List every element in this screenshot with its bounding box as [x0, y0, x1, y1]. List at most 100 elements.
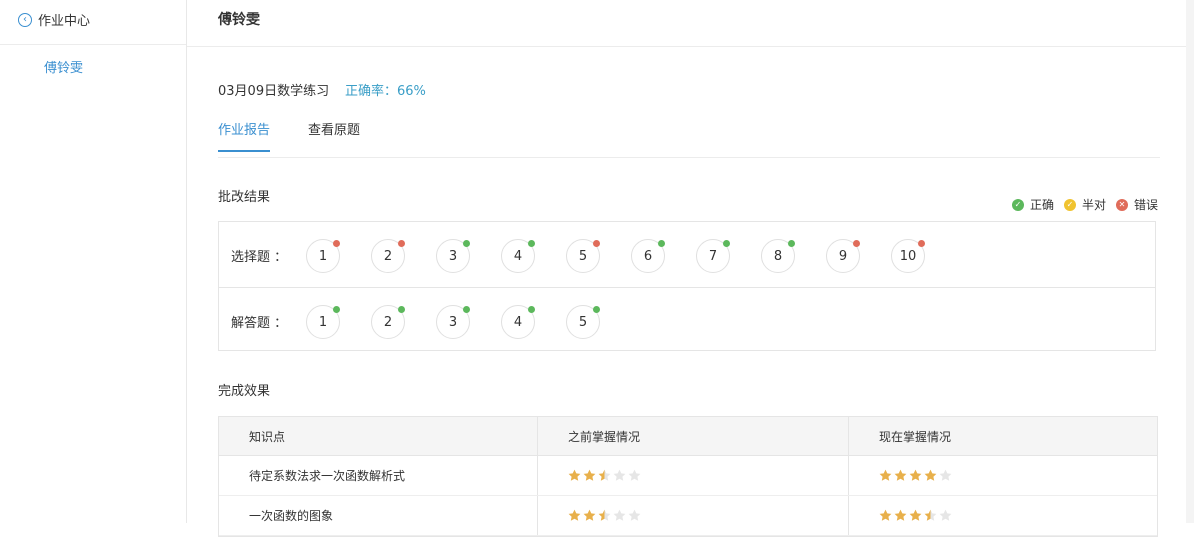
grading-section-title: 批改结果 — [218, 190, 271, 205]
knowledge-table: 知识点 之前掌握情况 现在掌握情况 待定系数法求一次函数解析式 一次函数的图象 — [218, 416, 1158, 537]
completion-section-title: 完成效果 — [218, 384, 271, 399]
star-rating — [879, 509, 952, 522]
star-full-icon — [583, 509, 596, 521]
question-correct[interactable]: 7 — [696, 239, 730, 273]
topic-cell: 一次函数的图象 — [219, 496, 538, 535]
grading-legend: ✓ 正确 ✓ 半对 ✕ 错误 — [1011, 196, 1158, 213]
question-number: 3 — [448, 314, 458, 330]
star-full-icon — [924, 469, 937, 481]
star-empty-icon — [628, 509, 641, 521]
star-half-icon — [598, 469, 611, 481]
star-empty-icon — [613, 509, 626, 521]
status-dot — [593, 306, 600, 313]
question-number: 4 — [513, 248, 523, 264]
table-row: 待定系数法求一次函数解析式 — [219, 456, 1157, 496]
question-number: 6 — [643, 248, 653, 264]
main-content: 傅铃雯 03月09日数学练习 正确率：66% 作业报告 查看原题 批改结果 ✓ 正… — [187, 0, 1194, 537]
back-label: 作业中心 — [38, 14, 91, 29]
status-dot — [918, 240, 925, 247]
question-wrong[interactable]: 1 — [306, 239, 340, 273]
chevron-left-icon: ‹ — [18, 12, 32, 27]
cross-icon: ✕ — [1115, 198, 1128, 211]
star-half-icon — [924, 509, 937, 521]
status-dot — [333, 240, 340, 247]
status-dot — [398, 306, 405, 313]
question-correct[interactable]: 1 — [306, 305, 340, 339]
homework-title: 03月09日数学练习 — [218, 84, 330, 99]
question-number: 2 — [383, 314, 393, 330]
question-number: 8 — [773, 248, 783, 264]
scrollbar[interactable] — [1186, 0, 1194, 523]
star-full-icon — [879, 509, 892, 521]
question-correct[interactable]: 3 — [436, 305, 470, 339]
tab-homework-report[interactable]: 作业报告 — [218, 119, 271, 152]
status-dot — [398, 240, 405, 247]
before-mastery-cell — [538, 456, 849, 495]
star-full-icon — [894, 469, 907, 481]
legend-label: 错误 — [1133, 198, 1158, 212]
column-header: 之前掌握情况 — [538, 417, 849, 455]
sidebar: ‹ 作业中心 傅铃雯 — [0, 0, 187, 523]
star-empty-icon — [939, 509, 952, 521]
question-wrong[interactable]: 10 — [891, 239, 925, 273]
star-rating — [568, 469, 641, 482]
star-empty-icon — [939, 469, 952, 481]
before-mastery-cell — [538, 496, 849, 535]
status-dot — [658, 240, 665, 247]
question-number: 7 — [708, 248, 718, 264]
legend-label: 半对 — [1081, 198, 1106, 212]
question-wrong[interactable]: 9 — [826, 239, 860, 273]
question-correct[interactable]: 3 — [436, 239, 470, 273]
table-row: 一次函数的图象 — [219, 496, 1157, 536]
star-full-icon — [894, 509, 907, 521]
status-dot — [528, 240, 535, 247]
star-empty-icon — [628, 469, 641, 481]
legend-item-correct: ✓ 正确 — [1011, 196, 1054, 213]
status-dot — [528, 306, 535, 313]
legend-label: 正确 — [1029, 198, 1054, 212]
status-dot — [788, 240, 795, 247]
star-rating — [879, 469, 952, 482]
row-label: 选择题 ： — [231, 250, 288, 265]
star-full-icon — [879, 469, 892, 481]
row-label: 解答题 ： — [231, 316, 288, 331]
question-wrong[interactable]: 5 — [566, 239, 600, 273]
star-full-icon — [583, 469, 596, 481]
status-dot — [463, 306, 470, 313]
choice-questions-row: 选择题 ： 1 2 3 4 5 6 7 8 9 10 — [219, 222, 1155, 287]
question-correct[interactable]: 8 — [761, 239, 795, 273]
question-number: 3 — [448, 248, 458, 264]
star-full-icon — [909, 509, 922, 521]
status-dot — [853, 240, 860, 247]
question-number: 1 — [318, 248, 328, 264]
page-title: 傅铃雯 — [218, 12, 260, 28]
status-dot — [593, 240, 600, 247]
question-number: 10 — [899, 248, 917, 264]
check-icon: ✓ — [1011, 198, 1024, 211]
sidebar-divider — [0, 44, 186, 45]
accuracy-rate: 正确率：66% — [345, 84, 426, 99]
tab-view-original[interactable]: 查看原题 — [308, 119, 360, 150]
status-dot — [723, 240, 730, 247]
back-to-homework-center[interactable]: ‹ 作业中心 — [18, 10, 90, 29]
star-half-icon — [598, 509, 611, 521]
now-mastery-cell — [849, 456, 1157, 495]
topic-cell: 待定系数法求一次函数解析式 — [219, 456, 538, 495]
legend-item-wrong: ✕ 错误 — [1115, 196, 1158, 213]
question-correct[interactable]: 6 — [631, 239, 665, 273]
question-correct[interactable]: 5 — [566, 305, 600, 339]
question-correct[interactable]: 2 — [371, 305, 405, 339]
star-full-icon — [909, 469, 922, 481]
grading-results: 选择题 ： 1 2 3 4 5 6 7 8 9 10 解答题 ： 1 2 3 4 5 — [218, 221, 1156, 351]
question-number: 5 — [578, 314, 588, 330]
question-correct[interactable]: 4 — [501, 239, 535, 273]
page-header: 傅铃雯 — [187, 0, 1194, 47]
answer-questions-row: 解答题 ： 1 2 3 4 5 — [219, 287, 1155, 353]
sidebar-item-student[interactable]: 傅铃雯 — [44, 57, 83, 76]
question-correct[interactable]: 4 — [501, 305, 535, 339]
question-number: 1 — [318, 314, 328, 330]
legend-item-half: ✓ 半对 — [1063, 196, 1106, 213]
question-wrong[interactable]: 2 — [371, 239, 405, 273]
check-icon: ✓ — [1063, 198, 1076, 211]
status-dot — [333, 306, 340, 313]
